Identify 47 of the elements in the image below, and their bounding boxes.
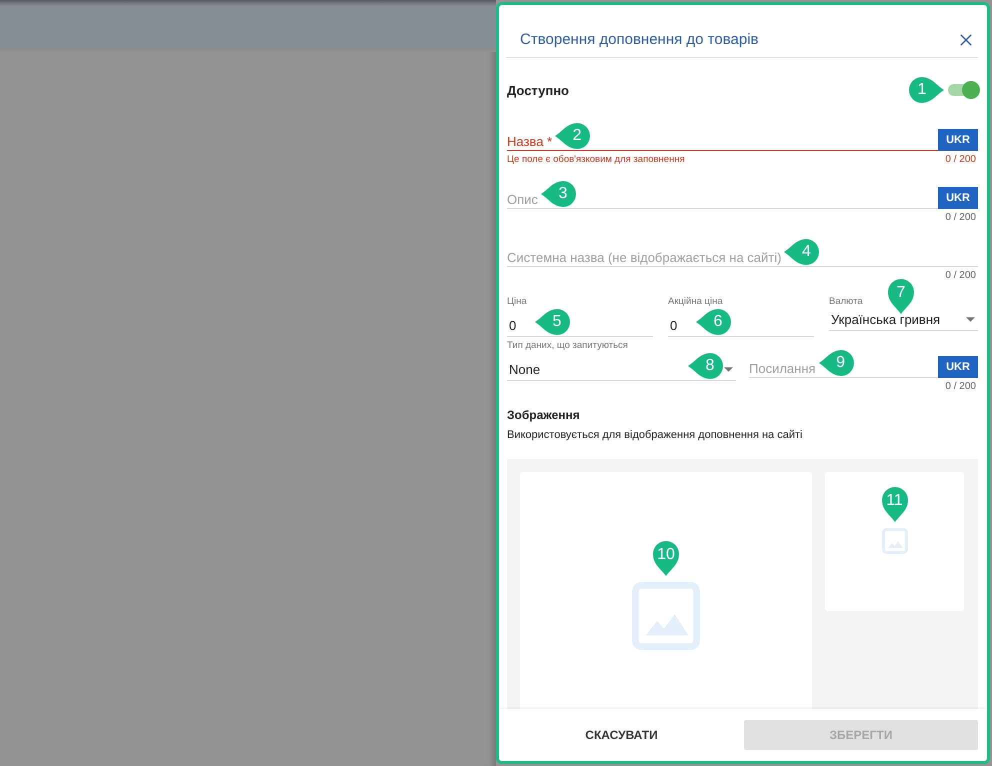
character-counter: 0 / 200 — [945, 154, 977, 164]
field-label: Назва * — [507, 134, 552, 150]
number-field[interactable]: 0 6 — [668, 308, 814, 337]
callout-marker: 1 — [908, 76, 944, 104]
field-label: Валюта — [829, 296, 863, 308]
section-title: Зображення — [507, 408, 581, 422]
callout-marker: 6 — [696, 308, 732, 336]
callout-marker: 4 — [784, 238, 820, 266]
caret-icon — [724, 367, 733, 372]
text-field[interactable]: Назва * 2 — [507, 122, 938, 151]
dialog-title: Створення доповнення до товарів — [520, 31, 758, 48]
cancel-button[interactable]: СКАСУВАТИ — [499, 727, 744, 743]
field-label: Ціна — [507, 296, 527, 308]
image-placeholder-icon — [631, 582, 701, 650]
field-value: Українська гривня — [830, 312, 940, 329]
callout-marker: 5 — [535, 308, 571, 336]
field-label: Акційна ціна — [668, 296, 723, 308]
field-value: 0 — [669, 318, 678, 335]
callout-marker: 10 — [652, 540, 680, 576]
language-button[interactable]: UKR — [938, 187, 978, 209]
number-field[interactable]: 0 5 — [507, 308, 653, 337]
currency-dropdown[interactable]: Українська гривня — [829, 308, 978, 331]
callout-marker: 3 — [540, 180, 577, 208]
availability-toggle[interactable] — [948, 84, 978, 96]
image-placeholder-icon — [882, 528, 908, 554]
field-label: Опис — [507, 192, 538, 208]
field-label: Системна назва (не відображається на сайті) — [507, 250, 782, 266]
close-icon[interactable] — [960, 34, 972, 46]
language-button[interactable]: UKR — [938, 356, 978, 378]
field-label: Тип даних, що запитуються — [507, 340, 628, 352]
character-counter: 0 / 200 — [945, 212, 977, 222]
error-message: Це поле є обов'язковим для заповнення — [507, 154, 685, 164]
callout-marker: 9 — [818, 349, 855, 377]
field-value: 0 — [508, 318, 518, 335]
caret-icon — [966, 317, 975, 322]
field-value: None — [508, 362, 540, 379]
section-description: Використовується для відображення доповнення на сайті — [507, 429, 804, 441]
field-placeholder: Посилання — [749, 361, 816, 377]
callout-marker: 7 — [887, 278, 915, 314]
language-button[interactable]: UKR — [938, 129, 978, 151]
character-counter: 0 / 200 — [945, 380, 977, 392]
character-counter: 0 / 200 — [945, 270, 977, 280]
callout-marker: 8 — [688, 352, 724, 380]
callout-marker: 2 — [555, 122, 592, 150]
availability-label: Доступно — [507, 82, 569, 98]
data-type-dropdown[interactable]: None 8 — [507, 352, 736, 381]
callout-marker: 11 — [880, 486, 908, 522]
